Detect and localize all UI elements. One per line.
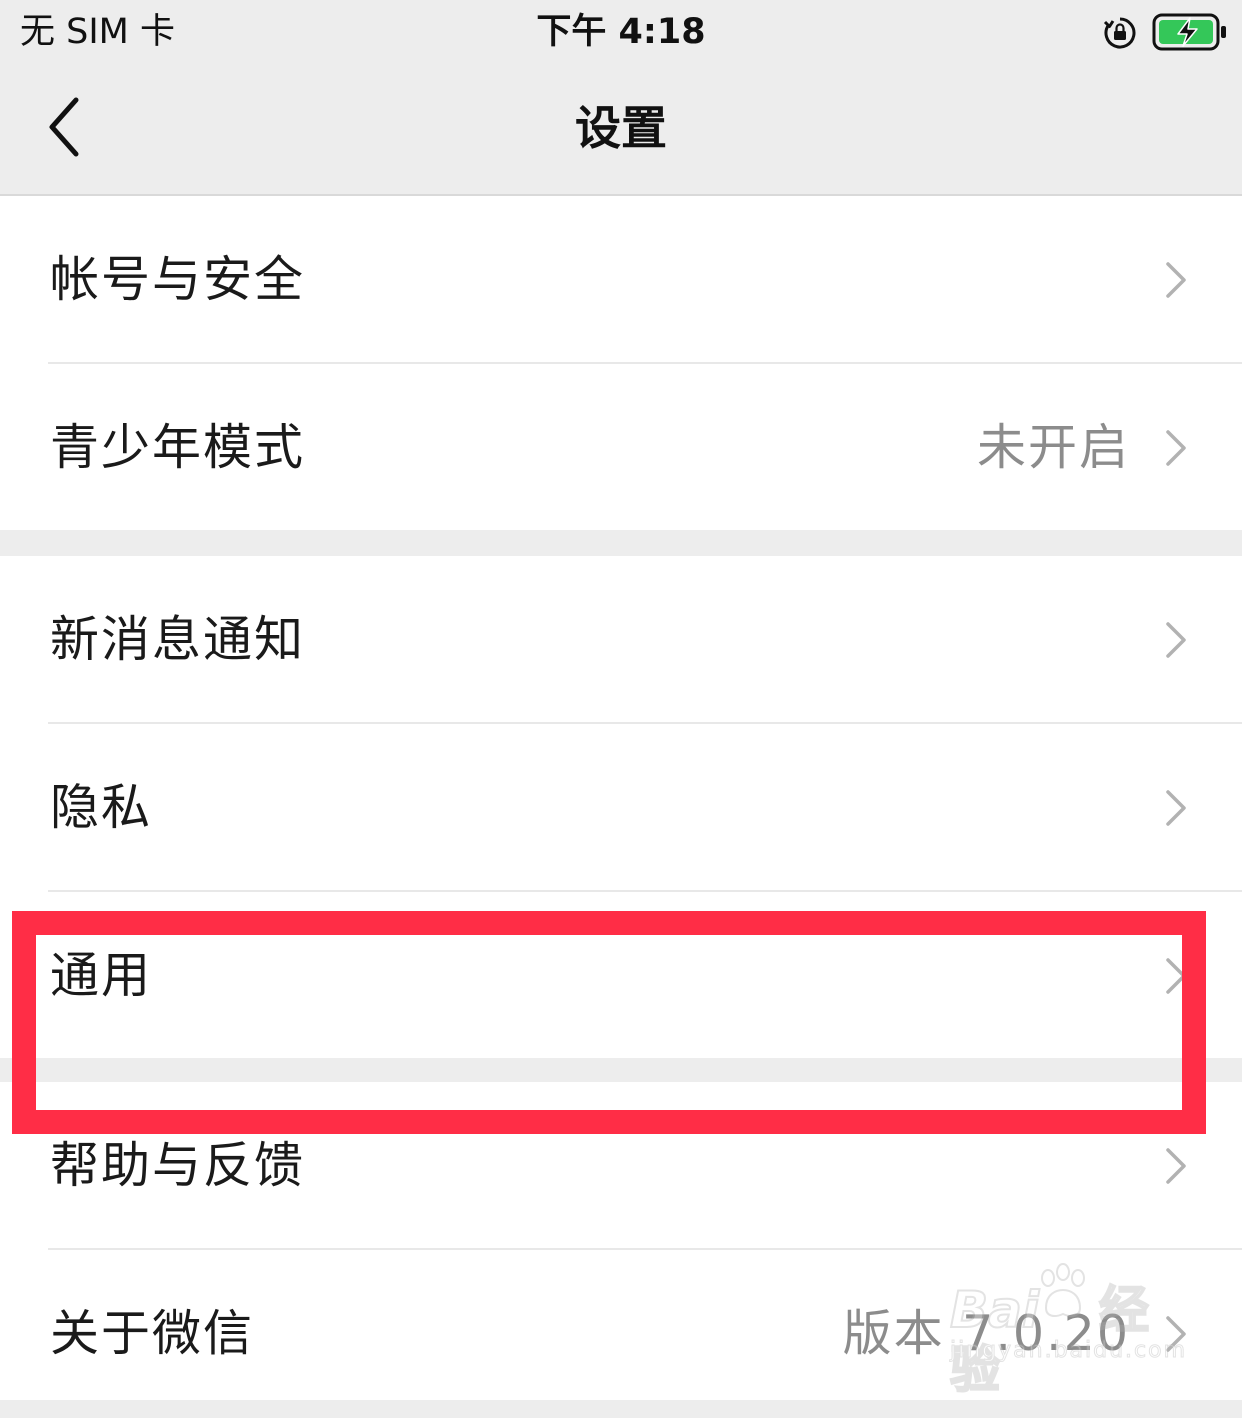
settings-group-about: 帮助与反馈 关于微信 版本 7.0.20 [0,1082,1242,1400]
settings-item-label: 隐私 [50,779,153,836]
settings-item-general[interactable]: 通用 [0,892,1242,1060]
settings-item-teen-mode[interactable]: 青少年模式 未开启 [0,364,1242,532]
chevron-right-icon [1166,790,1186,826]
clock-label: 下午 4:18 [536,12,706,52]
settings-item-account-security[interactable]: 帐号与安全 [0,196,1242,364]
chevron-right-icon [1166,622,1186,658]
settings-group-account: 帐号与安全 青少年模式 未开启 [0,196,1242,530]
chevron-right-icon [1166,1148,1186,1184]
settings-item-label: 帐号与安全 [50,251,306,308]
settings-item-notifications[interactable]: 新消息通知 [0,556,1242,724]
orientation-lock-icon [1103,17,1136,49]
chevron-right-icon [1166,1316,1186,1352]
status-bar: 无 SIM 卡 下午 4:18 [0,0,1242,64]
battery-charging-icon [1152,13,1226,51]
chevron-right-icon [1166,430,1186,466]
settings-item-privacy[interactable]: 隐私 [0,724,1242,892]
settings-item-label: 通用 [50,947,153,1004]
settings-group-general: 新消息通知 隐私 通用 [0,556,1242,1058]
settings-item-label: 帮助与反馈 [50,1137,306,1194]
settings-item-value: 版本 7.0.20 [842,1305,1130,1362]
settings-item-help-feedback[interactable]: 帮助与反馈 [0,1082,1242,1250]
page-title: 设置 [575,101,667,155]
settings-item-value: 未开启 [976,419,1130,476]
settings-item-label: 关于微信 [50,1305,255,1362]
navigation-bar: 设置 [0,64,1242,194]
chevron-right-icon [1166,262,1186,298]
settings-item-about-wechat[interactable]: 关于微信 版本 7.0.20 [0,1250,1242,1418]
settings-item-label: 青少年模式 [50,419,306,476]
chevron-right-icon [1166,958,1186,994]
settings-item-label: 新消息通知 [50,611,306,668]
